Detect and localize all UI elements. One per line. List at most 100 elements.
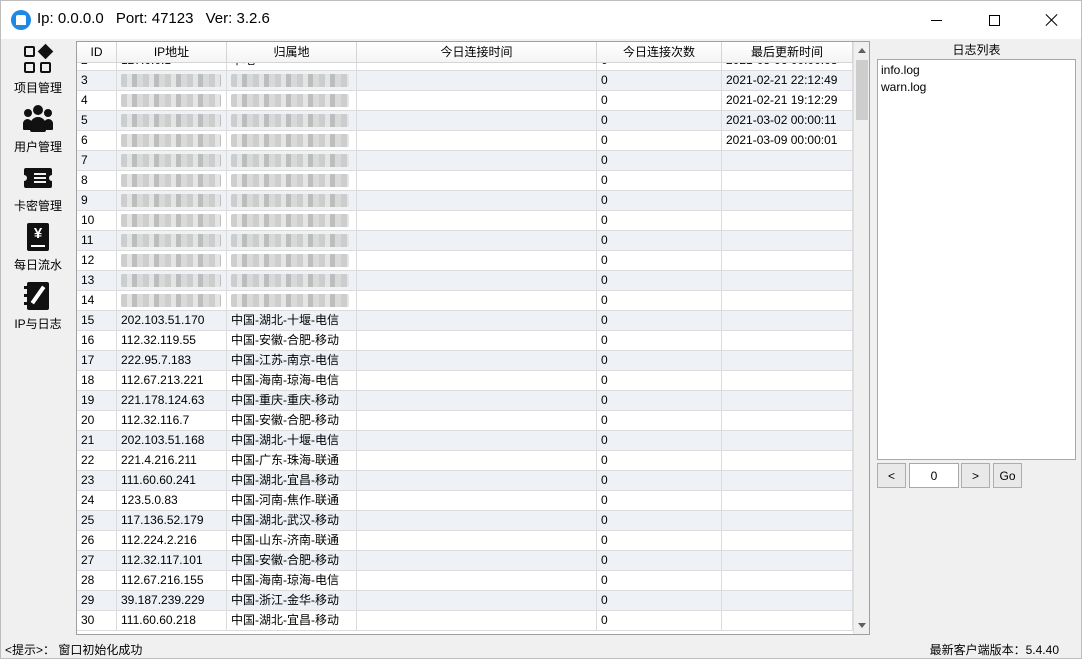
nav-label: 卡密管理 — [13, 199, 62, 213]
log-list[interactable]: info.log warn.log — [877, 59, 1076, 460]
nav-item-daily-flow[interactable]: ¥ 每日流水 — [5, 220, 71, 279]
table-row[interactable]: 13 0 — [77, 271, 853, 291]
cell-today-count: 0 — [597, 451, 722, 470]
table-row[interactable]: 15 202.103.51.170 中国-湖北-十堰-电信 0 — [77, 311, 853, 331]
close-icon — [1046, 14, 1058, 26]
column-header-today-time[interactable]: 今日连接时间 — [357, 42, 597, 62]
status-hint-message: 窗口初始化成功 — [58, 643, 143, 657]
redacted-block — [121, 294, 221, 307]
cell-today-count: 0 — [597, 311, 722, 330]
cell-id: 13 — [77, 271, 117, 290]
minimize-button[interactable] — [907, 1, 965, 39]
scroll-down-button[interactable] — [854, 617, 869, 634]
table-row[interactable]: 28 112.67.216.155 中国-海南-琼海-电信 0 — [77, 571, 853, 591]
cell-last-updated — [722, 331, 853, 350]
table-row[interactable]: 5 0 2021-03-02 00:00:11 — [77, 111, 853, 131]
title-bar[interactable]: Ip: 0.0.0.0 Port: 47123 Ver: 3.2.6 — [1, 1, 1081, 39]
scroll-thumb[interactable] — [856, 60, 868, 120]
table-vertical-scrollbar[interactable] — [853, 42, 869, 634]
table-row[interactable]: 14 0 — [77, 291, 853, 311]
redacted-block — [231, 174, 349, 187]
table-row[interactable]: 4 0 2021-02-21 19:12:29 — [77, 91, 853, 111]
cell-location: 中国-浙江-金华-移动 — [227, 591, 357, 610]
cell-location — [227, 211, 357, 230]
nav-item-projects[interactable]: 项目管理 — [5, 43, 71, 102]
cell-location: 中国-河南-焦作-联通 — [227, 491, 357, 510]
column-header-ip[interactable]: IP地址 — [117, 42, 227, 62]
cell-id: 30 — [77, 611, 117, 630]
redacted-block — [231, 194, 349, 207]
cell-today-count: 0 — [597, 491, 722, 510]
table-row[interactable]: 90 — [77, 191, 853, 211]
cell-last-updated — [722, 171, 853, 190]
table-row[interactable]: 6 0 2021-03-09 00:00:01 — [77, 131, 853, 151]
table-row[interactable]: 19 221.178.124.63 中国-重庆-重庆-移动 0 — [77, 391, 853, 411]
cell-location — [227, 71, 357, 90]
nav-item-users[interactable]: 用户管理 — [5, 102, 71, 161]
cell-location — [227, 131, 357, 150]
table-row[interactable]: 16 112.32.119.55 中国-安徽-合肥-移动 0 — [77, 331, 853, 351]
cell-location — [227, 251, 357, 270]
table-row[interactable]: 22 221.4.216.211 中国-广东-珠海-联通 0 — [77, 451, 853, 471]
app-logo-icon — [11, 10, 31, 30]
cell-location — [227, 151, 357, 170]
table-row[interactable]: 27 112.32.117.101 中国-安徽-合肥-移动 0 — [77, 551, 853, 571]
cell-today-count: 0 — [597, 231, 722, 250]
users-icon — [23, 104, 53, 134]
cell-ip: 202.103.51.170 — [117, 311, 227, 330]
nav-item-cards[interactable]: 卡密管理 — [5, 161, 71, 220]
table-row[interactable]: 80 — [77, 171, 853, 191]
cell-id: 27 — [77, 551, 117, 570]
table-row[interactable]: 2127.0.0.1本地 02021-03-06 00:00:08 — [77, 63, 853, 71]
table-row[interactable]: 12 0 — [77, 251, 853, 271]
close-button[interactable] — [1023, 1, 1081, 39]
cell-id: 2 — [77, 63, 117, 70]
redacted-block — [121, 234, 221, 247]
notebook-icon — [23, 281, 53, 311]
go-button[interactable]: Go — [993, 463, 1022, 488]
table-row[interactable]: 3 0 2021-02-21 22:12:49 — [77, 71, 853, 91]
cell-location: 中国-山东-济南-联通 — [227, 531, 357, 550]
table-row[interactable]: 24 123.5.0.83 中国-河南-焦作-联通 0 — [77, 491, 853, 511]
table-row[interactable]: 23 111.60.60.241 中国-湖北-宜昌-移动 0 — [77, 471, 853, 491]
column-header-id[interactable]: ID — [77, 42, 117, 62]
redacted-block — [231, 114, 349, 127]
table-row[interactable]: 17 222.95.7.183 中国-江苏-南京-电信 0 — [77, 351, 853, 371]
table-row[interactable]: 20 112.32.116.7 中国-安徽-合肥-移动 0 — [77, 411, 853, 431]
cell-today-time — [357, 251, 597, 270]
cell-last-updated — [722, 411, 853, 430]
cell-today-count: 0 — [597, 171, 722, 190]
cell-today-count: 0 — [597, 63, 722, 70]
cell-last-updated — [722, 531, 853, 550]
column-header-last-updated[interactable]: 最后更新时间 — [722, 42, 853, 62]
next-page-button[interactable]: > — [961, 463, 990, 488]
table-row[interactable]: 11 0 — [77, 231, 853, 251]
log-file-item[interactable]: info.log — [881, 62, 1072, 79]
nav-item-ip-logs[interactable]: IP与日志 — [5, 279, 71, 338]
redacted-block — [121, 154, 221, 167]
redacted-block — [121, 254, 221, 267]
log-file-item[interactable]: warn.log — [881, 79, 1072, 96]
table-row[interactable]: 10 0 — [77, 211, 853, 231]
cell-last-updated — [722, 271, 853, 290]
cell-today-time — [357, 491, 597, 510]
prev-page-button[interactable]: < — [877, 463, 906, 488]
table-row[interactable]: 25 117.136.52.179 中国-湖北-武汉-移动 0 — [77, 511, 853, 531]
table-row[interactable]: 70 — [77, 151, 853, 171]
table-row[interactable]: 21 202.103.51.168 中国-湖北-十堰-电信 0 — [77, 431, 853, 451]
cell-today-count: 0 — [597, 431, 722, 450]
column-header-location[interactable]: 归属地 — [227, 42, 357, 62]
cell-last-updated — [722, 451, 853, 470]
page-number-input[interactable]: 0 — [909, 463, 959, 488]
cell-today-time — [357, 471, 597, 490]
cell-today-count: 0 — [597, 611, 722, 630]
maximize-button[interactable] — [965, 1, 1023, 39]
scroll-up-button[interactable] — [854, 42, 869, 59]
cell-location: 本地 — [227, 63, 357, 70]
table-row[interactable]: 18 112.67.213.221 中国-海南-琼海-电信 0 — [77, 371, 853, 391]
table-row[interactable]: 26 112.224.2.216 中国-山东-济南-联通 0 — [77, 531, 853, 551]
column-header-today-count[interactable]: 今日连接次数 — [597, 42, 722, 62]
ip-table[interactable]: ID IP地址 归属地 今日连接时间 今日连接次数 最后更新时间 2127.0.… — [76, 41, 870, 635]
table-row[interactable]: 30 111.60.60.218 中国-湖北-宜昌-移动 0 — [77, 611, 853, 631]
table-row[interactable]: 29 39.187.239.229 中国-浙江-金华-移动 0 — [77, 591, 853, 611]
